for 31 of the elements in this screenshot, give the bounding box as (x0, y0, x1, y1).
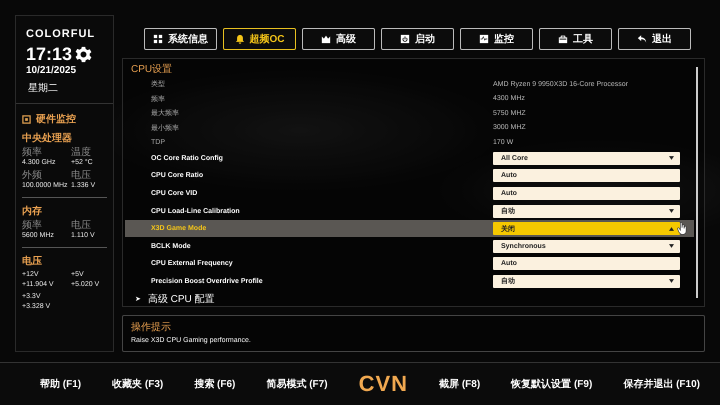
tab[interactable]: 系统信息 (144, 28, 217, 50)
stat-label: 外频 (22, 170, 43, 181)
hotkey-button[interactable]: 恢复默认设置 (F9) (511, 377, 592, 391)
group-title: 电压 (22, 254, 43, 268)
stat-label: 电压 (71, 220, 92, 231)
tab[interactable]: 退出 (618, 28, 691, 50)
section-title: CPU设置 (131, 62, 174, 76)
hotkey-button[interactable]: 搜索 (F6) (194, 377, 236, 391)
tab[interactable]: 启动 (381, 28, 454, 50)
group-title: 中央处理器 (22, 132, 73, 145)
group-title: 内存 (22, 204, 43, 218)
tab[interactable]: 高级 (302, 28, 375, 50)
hotkey-button[interactable]: 简易模式 (F7) (266, 377, 328, 391)
help-title: 操作提示 (131, 321, 172, 334)
hotkey-button[interactable]: 收藏夹 (F3) (112, 377, 164, 391)
stat-label: 电压 (71, 170, 92, 181)
stat-label: 频率 (22, 147, 43, 158)
tab[interactable]: 监控 (460, 28, 533, 50)
hotkey-button[interactable]: 帮助 (F1) (40, 377, 82, 391)
stat-label: 温度 (71, 147, 92, 158)
hotkey-button[interactable]: 保存并退出 (F10) (623, 377, 700, 391)
stat-label: 频率 (22, 220, 43, 231)
tab[interactable]: 工具 (539, 28, 612, 50)
date-text: 10/21/2025 (26, 65, 78, 76)
tab[interactable]: 超频OC (223, 28, 296, 50)
brand-logo: CVN (358, 371, 408, 397)
section-title: 硬件监控 (36, 112, 76, 126)
clock-time: 17:13 (26, 44, 72, 65)
hotkey-button[interactable]: 截屏 (F8) (439, 377, 480, 391)
weekday-text: 星期二 (27, 82, 59, 95)
brand-logo: COLORFUL (26, 28, 96, 40)
